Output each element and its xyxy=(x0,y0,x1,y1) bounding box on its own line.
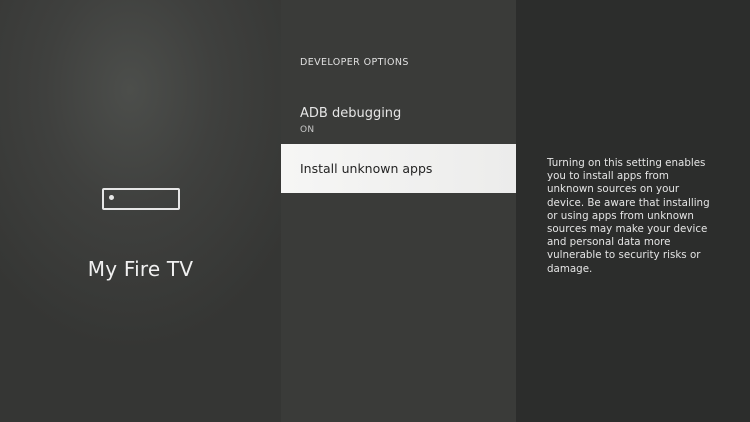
menu-item-label: Install unknown apps xyxy=(300,160,433,176)
detail-panel: Turning on this setting enables you to i… xyxy=(516,0,750,422)
device-panel: My Fire TV xyxy=(0,0,281,422)
menu-item-label: ADB debugging xyxy=(300,106,402,121)
setting-description: Turning on this setting enables you to i… xyxy=(547,157,710,275)
menu-item-value: ON xyxy=(300,125,315,135)
developer-options-menu: DEVELOPER OPTIONS ADB debugging ON Insta… xyxy=(281,0,516,422)
menu-item-adb-debugging[interactable]: ADB debugging ON xyxy=(281,104,516,144)
section-heading: DEVELOPER OPTIONS xyxy=(300,57,409,68)
menu-item-install-unknown-apps[interactable]: Install unknown apps xyxy=(281,144,516,193)
fire-tv-settings-screen: My Fire TV DEVELOPER OPTIONS ADB debuggi… xyxy=(0,0,750,422)
fire-tv-device-icon xyxy=(102,188,180,210)
device-title: My Fire TV xyxy=(87,257,194,281)
device-led-icon xyxy=(109,195,114,200)
